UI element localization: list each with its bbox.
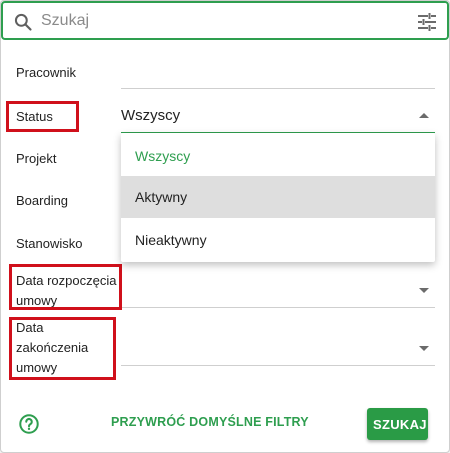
- project-label: Projekt: [16, 151, 57, 166]
- search-button[interactable]: SZUKAJ: [367, 408, 428, 440]
- status-select[interactable]: Wszyscy: [121, 106, 180, 126]
- employee-field[interactable]: [121, 88, 435, 89]
- contract-end-highlight-box: [9, 317, 116, 380]
- status-option-active[interactable]: Aktywny: [121, 176, 435, 218]
- contract-start-field[interactable]: [121, 307, 435, 308]
- status-dropdown-menu: Wszyscy Aktywny Nieaktywny: [121, 133, 435, 262]
- caret-down-icon[interactable]: [419, 346, 429, 351]
- filter-panel: Pracownik Status Wszyscy Projekt Boardin…: [0, 0, 450, 453]
- search-bar: [1, 1, 449, 40]
- tune-icon[interactable]: [417, 13, 437, 31]
- help-circle-icon[interactable]: [18, 413, 40, 435]
- caret-up-icon[interactable]: [419, 113, 429, 118]
- status-highlight-box: [6, 101, 79, 132]
- caret-down-icon[interactable]: [419, 288, 429, 293]
- position-label: Stanowisko: [16, 236, 83, 251]
- search-icon: [14, 13, 32, 31]
- reset-filters-button[interactable]: PRZYWRÓĆ DOMYŚLNE FILTRY: [111, 415, 309, 429]
- boarding-label: Boarding: [16, 193, 69, 208]
- contract-start-highlight-box: [9, 264, 122, 310]
- status-option-inactive[interactable]: Nieaktywny: [121, 219, 435, 261]
- employee-label: Pracownik: [16, 65, 76, 80]
- search-input[interactable]: [41, 10, 401, 32]
- status-option-all[interactable]: Wszyscy: [121, 135, 435, 177]
- contract-end-field[interactable]: [121, 365, 435, 366]
